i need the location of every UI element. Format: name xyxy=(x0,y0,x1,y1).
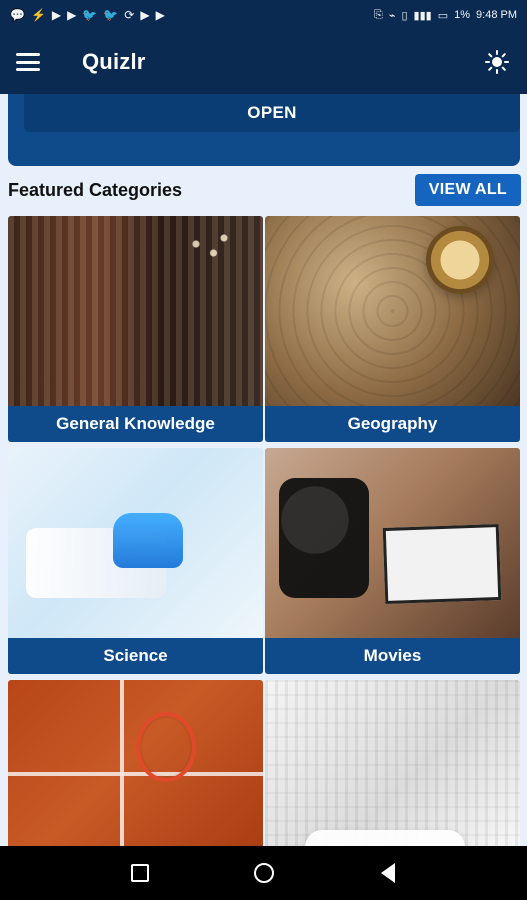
category-image xyxy=(265,448,520,638)
menu-button[interactable] xyxy=(16,53,40,71)
category-tile-movies[interactable]: Movies xyxy=(265,448,520,674)
app-bar: Quizlr xyxy=(0,30,527,94)
video-icon: ▶ xyxy=(67,8,77,22)
home-button[interactable] xyxy=(250,859,278,887)
featured-header: Featured Categories VIEW ALL xyxy=(8,172,521,208)
status-left-icons: 💬 ⚡ ▶ ▶ 🐦 🐦 ⟳ ▶ ▶ xyxy=(10,8,165,22)
hotspot-icon: ⌁ xyxy=(388,9,396,22)
category-image xyxy=(265,680,520,870)
signal-icon: ▮▮▮ xyxy=(413,9,432,22)
back-button[interactable] xyxy=(374,859,402,887)
back-triangle-icon xyxy=(380,863,395,883)
messenger-icon: ⚡ xyxy=(30,8,46,22)
android-nav-bar xyxy=(0,846,527,900)
recents-button[interactable] xyxy=(126,859,154,887)
twitter-icon: 🐦 xyxy=(103,8,119,22)
category-image xyxy=(8,216,263,406)
category-tile-science[interactable]: Science xyxy=(8,448,263,674)
menu-icon-bar xyxy=(16,60,40,64)
vibrate-icon: ▯ xyxy=(401,9,408,22)
open-button[interactable]: OPEN xyxy=(24,94,520,132)
theme-toggle-button[interactable] xyxy=(483,48,511,76)
sun-icon xyxy=(485,50,509,74)
category-tile-geography[interactable]: Geography xyxy=(265,216,520,442)
cast-icon: ⎘ xyxy=(374,8,383,21)
youtube-icon: ▶ xyxy=(140,8,150,22)
battery-icon: ▭ xyxy=(437,9,449,22)
featured-title: Featured Categories xyxy=(8,179,183,200)
square-icon xyxy=(130,864,149,882)
view-all-button[interactable]: VIEW ALL xyxy=(414,174,521,206)
category-image xyxy=(8,680,263,870)
category-label: Geography xyxy=(265,406,520,442)
video-icon: ▶ xyxy=(51,8,62,22)
menu-icon-bar xyxy=(16,53,40,56)
category-tile-general-knowledge[interactable]: General Knowledge xyxy=(8,216,263,442)
hero-card: OPEN xyxy=(8,94,520,166)
battery-percent: 1% xyxy=(454,9,471,21)
circle-icon xyxy=(253,863,274,883)
category-image xyxy=(8,448,263,638)
category-label: General Knowledge xyxy=(8,406,263,442)
time: 9:48 PM xyxy=(476,9,517,21)
category-image xyxy=(265,216,520,406)
menu-icon-bar xyxy=(16,68,40,71)
status-bar: 💬 ⚡ ▶ ▶ 🐦 🐦 ⟳ ▶ ▶ ⎘ ⌁ ▯ ▮▮▮ ▭ 1% 9:48 PM xyxy=(0,0,527,30)
youtube-icon: ▶ xyxy=(155,8,165,22)
category-label: Science xyxy=(8,638,263,674)
sync-icon: ⟳ xyxy=(124,8,135,22)
categories-grid: General Knowledge Geography Science Movi… xyxy=(8,216,520,900)
category-label: Movies xyxy=(265,638,520,674)
app-title: Quizlr xyxy=(82,49,146,74)
status-right: ⎘ ⌁ ▯ ▮▮▮ ▭ 1% 9:48 PM xyxy=(374,9,517,22)
twitter-icon: 🐦 xyxy=(82,8,98,22)
chat-icon: 💬 xyxy=(10,8,25,22)
